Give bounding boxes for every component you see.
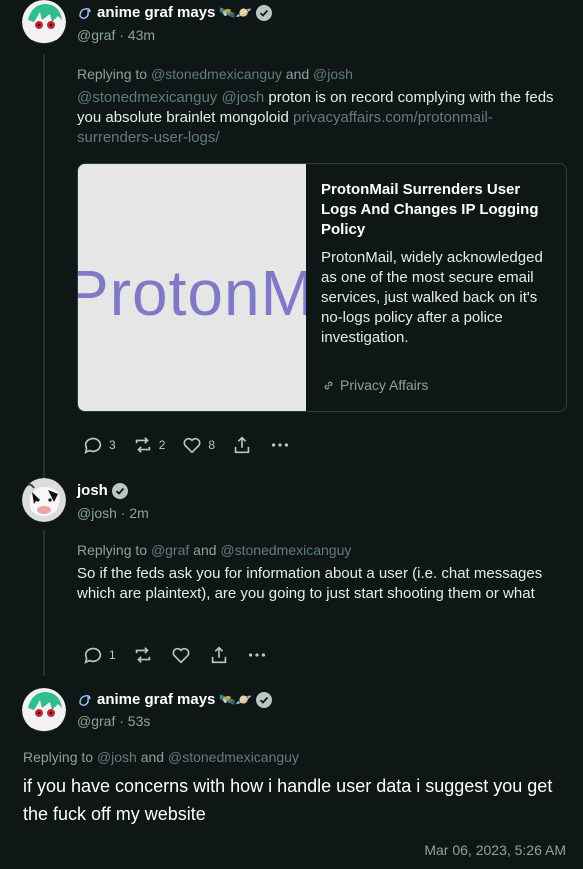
like-button[interactable] — [170, 644, 192, 666]
reply-button[interactable]: 3 — [82, 434, 116, 456]
more-options-button[interactable] — [269, 434, 291, 456]
post-text: So if the feds ask you for information a… — [77, 565, 543, 602]
bird-icon — [79, 7, 91, 19]
verified-badge-icon — [255, 4, 272, 21]
share-button[interactable] — [208, 644, 230, 666]
link-preview-card[interactable]: ProtonM ProtonMail Surrenders User Logs … — [77, 163, 567, 412]
repost-icon — [135, 647, 150, 663]
mention-link[interactable]: @stonedmexicanguy — [168, 749, 299, 765]
handle-time[interactable]: @graf · 43m — [77, 27, 155, 43]
mention-link[interactable]: @stonedmexicanguy — [220, 542, 351, 558]
card-image: ProtonM — [78, 164, 306, 411]
repost-count: 2 — [158, 438, 166, 452]
display-name-line[interactable]: anime graf mays 🛰️🪐 — [77, 691, 272, 708]
verified-badge-icon — [255, 691, 272, 708]
share-button[interactable] — [231, 434, 253, 456]
card-description: ProtonMail, widely acknowledged as one o… — [321, 249, 543, 346]
card-title: ProtonMail Surrenders User Logs And Chan… — [321, 181, 539, 238]
focused-post-text: if you have concerns with how i handle u… — [23, 776, 553, 824]
post-timestamp[interactable]: Mar 06, 2023, 5:26 AM — [424, 842, 566, 858]
post-text: @stonedmexicanguy @josh proton is on rec… — [77, 89, 554, 146]
mention-link[interactable]: @josh — [313, 66, 353, 82]
reply-icon — [84, 647, 102, 664]
reply-count: 1 — [109, 648, 116, 662]
name-emoji: 🛰️🪐 — [219, 691, 252, 707]
reply-count: 3 — [109, 438, 116, 452]
display-name: anime graf mays — [97, 691, 216, 708]
like-button[interactable]: 8 — [181, 434, 215, 456]
mention-link[interactable]: @graf — [151, 542, 189, 558]
like-count: 8 — [208, 438, 216, 452]
card-image-text: ProtonM — [78, 257, 306, 329]
name-emoji: 🛰️🪐 — [219, 4, 252, 20]
repost-button[interactable]: 2 — [132, 434, 166, 456]
replying-to: Replying to @stonedmexicanguy and @josh — [77, 66, 353, 82]
mention-link[interactable]: @stonedmexicanguy @josh — [77, 89, 264, 106]
avatar[interactable] — [22, 478, 66, 522]
repost-button[interactable] — [132, 644, 154, 666]
display-name-line[interactable]: josh — [77, 482, 128, 499]
share-icon — [234, 436, 250, 454]
post-1[interactable]: anime graf mays 🛰️🪐 @graf · 43m Replying… — [0, 0, 583, 470]
replying-to: Replying to @josh and @stonedmexicanguy — [23, 749, 299, 765]
more-options-button[interactable] — [246, 644, 268, 666]
post-actions: 1 — [82, 644, 284, 666]
display-name-line[interactable]: anime graf mays 🛰️🪐 — [77, 4, 272, 21]
replying-to: Replying to @graf and @stonedmexicanguy — [77, 542, 352, 558]
repost-icon — [135, 437, 150, 453]
share-icon — [211, 646, 226, 664]
heart-icon — [172, 647, 190, 664]
mention-link[interactable]: @stonedmexicanguy — [151, 66, 282, 82]
heart-icon — [183, 437, 201, 454]
handle-time[interactable]: @josh · 2m — [77, 505, 149, 521]
post-2[interactable]: josh @josh · 2m Replying to @graf and @s… — [0, 478, 583, 678]
mention-link[interactable]: @josh — [97, 749, 137, 765]
display-name: anime graf mays — [97, 4, 216, 21]
link-icon — [324, 381, 333, 389]
reply-icon — [84, 437, 102, 454]
reply-button[interactable]: 1 — [82, 644, 116, 666]
avatar[interactable] — [22, 0, 66, 44]
bird-icon — [79, 694, 91, 706]
post-actions: 3 2 8 — [82, 434, 307, 456]
display-name: josh — [77, 482, 108, 499]
card-source: Privacy Affairs — [322, 377, 428, 393]
handle-time[interactable]: @graf · 53s — [77, 713, 150, 729]
ellipsis-icon — [271, 443, 289, 447]
verified-badge-icon — [111, 482, 128, 499]
avatar[interactable] — [22, 688, 66, 732]
ellipsis-icon — [248, 653, 265, 657]
